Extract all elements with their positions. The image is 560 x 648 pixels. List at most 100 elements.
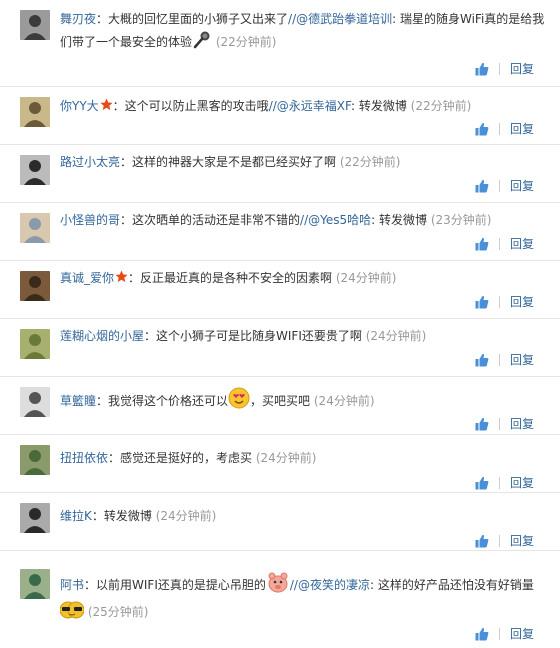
star-badge-icon [100, 96, 113, 111]
thumbs-up-icon[interactable] [475, 179, 489, 193]
comment-item: 维拉K：转发微博 (24分钟前) 回复 [0, 493, 560, 551]
comment-text: 扭扭依依：感觉还是挺好的，考虑买 (24分钟前) [60, 447, 546, 469]
reply-button[interactable]: 回复 [510, 178, 534, 194]
reply-button[interactable]: 回复 [510, 626, 534, 642]
comment-actions: 回复 [475, 236, 534, 252]
comment-actions: 回复 [475, 294, 534, 310]
thumbs-up-icon[interactable] [475, 295, 489, 309]
user-avatar[interactable] [20, 213, 50, 243]
comment-body: ：这个小狮子可是比随身WIFI还要贵了啊 [144, 329, 362, 343]
timestamp: (24分钟前) [155, 509, 217, 523]
thumbs-up-icon[interactable] [475, 476, 489, 490]
comment-text: 舞刃夜：大概的回忆里面的小狮子又出来了//@德武跆拳道培训: 瑞星的随身WiFi… [60, 8, 546, 57]
mention-link[interactable]: //@Yes5哈哈 [300, 213, 371, 227]
comment-body: ：转发微博 [91, 509, 152, 523]
comment-body: ：大概的回忆里面的小狮子又出来了 [96, 12, 289, 26]
reply-button[interactable]: 回复 [510, 294, 534, 310]
comment-text: 你YY大 ：这个可以防止黑客的攻击哦//@永远幸福XF: 转发微博 (22分钟前) [60, 95, 546, 117]
commenter-name[interactable]: 莲糊心烟的小屋 [60, 329, 144, 343]
user-avatar[interactable] [20, 445, 50, 475]
thumbs-up-icon[interactable] [475, 122, 489, 136]
comment-body-continued: ，买吧买吧 [250, 394, 311, 408]
reply-button[interactable]: 回复 [510, 121, 534, 137]
comment-body-continued: : 转发微博 [350, 99, 407, 113]
comment-actions: 回复 [475, 121, 534, 137]
user-avatar[interactable] [20, 97, 50, 127]
thumbs-up-icon[interactable] [475, 62, 489, 76]
comment-body: ：我觉得这个价格还可以 [96, 394, 229, 408]
comment-actions: 回复 [475, 475, 534, 491]
commenter-name[interactable]: 舞刃夜 [60, 12, 96, 26]
timestamp: (24分钟前) [365, 329, 427, 343]
commenter-name[interactable]: 扭扭依依 [60, 451, 108, 465]
mention-link[interactable]: //@永远幸福XF [269, 99, 351, 113]
commenter-name[interactable]: 草籃瞳 [60, 394, 96, 408]
timestamp: (22分钟前) [215, 35, 277, 49]
divider [498, 477, 500, 489]
divider [498, 628, 500, 640]
user-avatar[interactable] [20, 271, 50, 301]
comment-text: 小怪兽的哥：这次晒单的活动还是非常不错的//@Yes5哈哈: 转发微博 (23分… [60, 209, 546, 231]
commenter-name[interactable]: 你YY大 [60, 99, 99, 113]
user-avatar[interactable] [20, 155, 50, 185]
comment-item: 路过小太亮：这样的神器大家是不是都已经买好了啊 (22分钟前) 回复 [0, 145, 560, 203]
commenter-name[interactable]: 维拉K [60, 509, 92, 523]
comment-list: 舞刃夜：大概的回忆里面的小狮子又出来了//@德武跆拳道培训: 瑞星的随身WiFi… [0, 0, 560, 648]
comment-item: 莲糊心烟的小屋：这个小狮子可是比随身WIFI还要贵了啊 (24分钟前) 回复 [0, 319, 560, 377]
user-avatar[interactable] [20, 569, 50, 599]
reply-button[interactable]: 回复 [510, 61, 534, 77]
comment-actions: 回复 [475, 533, 534, 549]
mention-link[interactable]: //@夜笑的凄凉 [290, 578, 370, 592]
divider [498, 180, 500, 192]
thumbs-up-icon[interactable] [475, 353, 489, 367]
timestamp: (24分钟前) [255, 451, 317, 465]
user-avatar[interactable] [20, 329, 50, 359]
commenter-name[interactable]: 阿书 [60, 578, 84, 592]
comment-body: ：这样的神器大家是不是都已经买好了啊 [120, 155, 337, 169]
comment-body: ：以前用WIFI还真的是提心吊胆的 [84, 578, 266, 592]
timestamp: (23分钟前) [430, 213, 492, 227]
comment-actions: 回复 [475, 61, 534, 77]
divider [498, 123, 500, 135]
reply-button[interactable]: 回复 [510, 416, 534, 432]
user-avatar[interactable] [20, 10, 50, 40]
thumbs-up-icon[interactable] [475, 237, 489, 251]
comment-item: 阿书：以前用WIFI还真的是提心吊胆的 //@夜笑的凄凉: 这样的好产品还怕没有好… [0, 551, 560, 648]
divider [498, 354, 500, 366]
comment-item: 舞刃夜：大概的回忆里面的小狮子又出来了//@德武跆拳道培训: 瑞星的随身WiFi… [0, 0, 560, 87]
comment-body-continued: : 这样的好产品还怕没有好销量 [369, 578, 534, 592]
comment-item: 你YY大 ：这个可以防止黑客的攻击哦//@永远幸福XF: 转发微博 (22分钟前)… [0, 87, 560, 145]
comment-body: ：感觉还是挺好的，考虑买 [108, 451, 253, 465]
comment-item: 小怪兽的哥：这次晒单的活动还是非常不错的//@Yes5哈哈: 转发微博 (23分… [0, 203, 560, 261]
reply-button[interactable]: 回复 [510, 533, 534, 549]
thumbs-up-icon[interactable] [475, 627, 489, 641]
reply-button[interactable]: 回复 [510, 236, 534, 252]
comment-text: 维拉K：转发微博 (24分钟前) [60, 505, 546, 527]
comment-item: 草籃瞳：我觉得这个价格还可以 ，买吧买吧 (24分钟前) 回复 [0, 377, 560, 435]
commenter-name[interactable]: 小怪兽的哥 [60, 213, 120, 227]
commenter-name[interactable]: 路过小太亮 [60, 155, 120, 169]
star-badge-icon [115, 268, 128, 283]
reply-button[interactable]: 回复 [510, 475, 534, 491]
comment-body: ：反正最近真的是各种不安全的因素啊 [128, 271, 333, 285]
comment-actions: 回复 [475, 178, 534, 194]
comment-text: 真诚_爱你 ：反正最近真的是各种不安全的因素啊 (24分钟前) [60, 267, 546, 289]
nervous-pig-emoji [266, 571, 290, 600]
timestamp: (24分钟前) [313, 394, 375, 408]
comment-body: ：这次晒单的活动还是非常不错的 [120, 213, 301, 227]
user-avatar[interactable] [20, 387, 50, 417]
timestamp: (25分钟前) [87, 605, 149, 619]
heart-eyes-emoji [228, 387, 250, 416]
divider [498, 238, 500, 250]
comment-actions: 回复 [475, 626, 534, 642]
mention-link[interactable]: //@德武跆拳道培训 [288, 12, 392, 26]
thumbs-up-icon[interactable] [475, 534, 489, 548]
divider [498, 63, 500, 75]
commenter-name[interactable]: 真诚_爱你 [60, 271, 114, 285]
user-avatar[interactable] [20, 503, 50, 533]
comment-body-continued: : 转发微博 [371, 213, 427, 227]
comment-item: 真诚_爱你 ：反正最近真的是各种不安全的因素啊 (24分钟前) 回复 [0, 261, 560, 319]
reply-button[interactable]: 回复 [510, 352, 534, 368]
timestamp: (22分钟前) [410, 99, 472, 113]
thumbs-up-icon[interactable] [475, 417, 489, 431]
